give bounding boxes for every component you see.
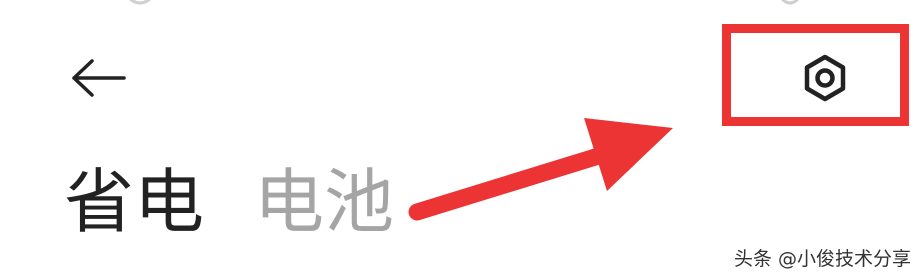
settings-button[interactable] (775, 40, 875, 116)
tab-power-saving[interactable]: 省电 (64, 160, 204, 244)
tab-battery[interactable]: 电池 (254, 160, 394, 244)
watermark-text: 头条 @小俊技术分享 (733, 248, 911, 270)
back-button[interactable] (66, 52, 130, 104)
hexagon-gear-icon (804, 54, 846, 102)
back-arrow-icon (72, 59, 126, 97)
status-bar-remnant (0, 0, 923, 6)
